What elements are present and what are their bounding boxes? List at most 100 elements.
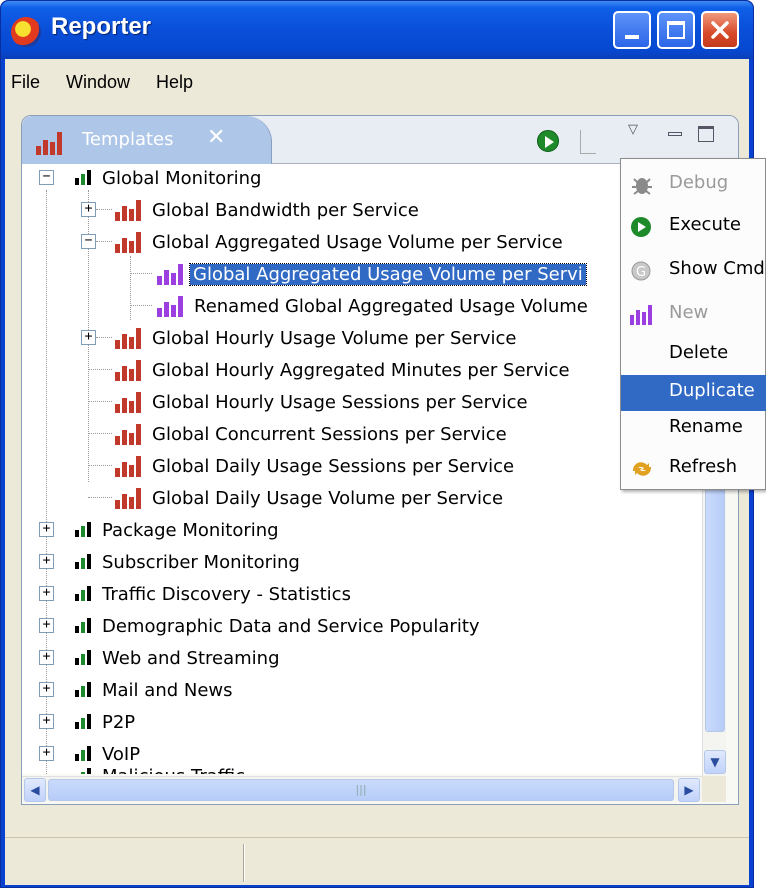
window-title: Reporter	[51, 13, 152, 40]
report-icon	[115, 200, 141, 221]
group-chart-icon	[75, 618, 91, 633]
view-menu-icon[interactable]: ▽	[628, 122, 638, 137]
expand-toggle[interactable]: +	[39, 618, 54, 633]
maximize-button[interactable]	[657, 11, 695, 49]
tree-group[interactable]: Malicious Traffic	[74, 762, 245, 774]
group-chart-icon	[75, 746, 91, 761]
context-menu: Debug Execute G Show Cmd New Delete Dupl…	[620, 158, 766, 490]
menu-item-new[interactable]: New	[621, 297, 766, 333]
tree-line	[96, 337, 112, 338]
tree-line	[96, 241, 112, 242]
report-icon	[115, 424, 141, 445]
collapse-toggle[interactable]: −	[81, 234, 96, 249]
tree-item-selected[interactable]: Global Aggregated Usage Volume per Servi	[156, 260, 587, 288]
menu-item-label: Show Cmd	[669, 258, 765, 279]
report-icon	[115, 232, 141, 253]
tree-item[interactable]: Global Hourly Aggregated Minutes per Ser…	[114, 356, 570, 384]
tree-line	[88, 401, 112, 402]
tree-item[interactable]: Global Concurrent Sessions per Service	[114, 420, 507, 448]
tree-item[interactable]: Global Aggregated Usage Volume per Servi…	[114, 228, 563, 256]
expand-toggle[interactable]: +	[39, 682, 54, 697]
menu-help[interactable]: Help	[156, 72, 193, 93]
menu-item-execute[interactable]: Execute	[621, 209, 766, 245]
view-minimize-icon[interactable]	[668, 132, 682, 136]
horizontal-scroll-thumb[interactable]: |||	[48, 779, 674, 801]
tree-label: Global Concurrent Sessions per Service	[152, 423, 507, 445]
scroll-left-icon[interactable]: ◀	[24, 778, 46, 802]
expand-toggle[interactable]: +	[39, 714, 54, 729]
report-icon	[115, 328, 141, 349]
group-chart-icon	[75, 682, 91, 697]
report-icon	[115, 392, 141, 413]
menu-item-refresh[interactable]: Refresh	[621, 451, 766, 487]
tree-item[interactable]: Global Hourly Usage Volume per Service	[114, 324, 517, 352]
report-icon	[36, 132, 62, 155]
tree-group[interactable]: P2P	[74, 708, 135, 736]
expand-toggle[interactable]: +	[39, 586, 54, 601]
tree-group[interactable]: Demographic Data and Service Popularity	[74, 612, 480, 640]
group-chart-icon	[75, 170, 91, 185]
tree-item[interactable]: Global Daily Usage Sessions per Service	[114, 452, 514, 480]
menu-item-label: Refresh	[669, 456, 737, 477]
group-chart-icon	[75, 650, 91, 665]
tree-item[interactable]: Global Daily Usage Volume per Service	[114, 484, 503, 512]
group-chart-icon	[75, 522, 91, 537]
report-icon	[630, 305, 652, 325]
report-icon	[115, 456, 141, 477]
view-maximize-icon[interactable]	[698, 126, 714, 142]
tree-label: Global Daily Usage Sessions per Service	[152, 455, 515, 477]
menu-item-duplicate[interactable]: Duplicate	[621, 375, 766, 411]
tree-group[interactable]: Traffic Discovery - Statistics	[74, 580, 351, 608]
horizontal-scrollbar[interactable]: ◀ ||| ▶	[22, 776, 702, 802]
tree-item[interactable]: Renamed Global Aggregated Usage Volume	[156, 292, 588, 320]
tree-label: Global Aggregated Usage Volume per Servi…	[152, 231, 563, 253]
status-bar	[5, 837, 749, 885]
expand-toggle[interactable]: +	[81, 330, 96, 345]
tab-templates[interactable]: Templates ✕	[22, 116, 272, 164]
report-icon	[157, 264, 183, 285]
tree-group[interactable]: Web and Streaming	[74, 644, 280, 672]
expand-toggle[interactable]: +	[39, 650, 54, 665]
collapse-toggle[interactable]: −	[39, 170, 54, 185]
templates-tree[interactable]: − Global Monitoring + Global Bandwidth p…	[22, 164, 702, 774]
tree-item[interactable]: Global Bandwidth per Service	[114, 196, 419, 224]
menu-item-delete[interactable]: Delete	[621, 337, 766, 373]
expand-toggle[interactable]: +	[81, 202, 96, 217]
tree-group[interactable]: Mail and News	[74, 676, 233, 704]
report-icon	[115, 488, 141, 509]
menu-bar: File Window Help	[5, 59, 749, 105]
tree-label: Global Monitoring	[102, 167, 262, 189]
menu-item-label: Rename	[669, 416, 743, 437]
tree-label: Global Aggregated Usage Volume per Servi	[189, 262, 587, 286]
tab-close-icon[interactable]: ✕	[207, 125, 225, 150]
minimize-button[interactable]	[613, 11, 651, 49]
scroll-down-icon[interactable]: ▼	[704, 750, 726, 774]
report-icon	[157, 296, 183, 317]
close-button[interactable]	[701, 11, 739, 49]
scroll-right-icon[interactable]: ▶	[678, 778, 700, 802]
tree-line	[130, 256, 131, 320]
title-bar[interactable]: Reporter	[1, 1, 753, 59]
menu-window[interactable]: Window	[66, 72, 130, 93]
tree-item[interactable]: Global Hourly Usage Sessions per Service	[114, 388, 528, 416]
reporter-app-icon	[11, 17, 41, 47]
run-icon[interactable]	[537, 130, 559, 152]
toolbar-separator	[580, 130, 596, 154]
tree-group[interactable]: Package Monitoring	[74, 516, 279, 544]
expand-toggle[interactable]: +	[39, 522, 54, 537]
menu-item-debug[interactable]: Debug	[621, 167, 766, 203]
menu-file[interactable]: File	[11, 72, 40, 93]
maximize-icon	[667, 21, 685, 39]
tab-templates-label: Templates	[82, 129, 174, 150]
group-chart-icon	[75, 554, 91, 569]
debug-icon	[632, 178, 652, 195]
menu-item-show-cmd[interactable]: G Show Cmd	[621, 253, 766, 289]
tree-group-global-monitoring[interactable]: Global Monitoring	[74, 164, 261, 192]
scroll-corner	[702, 776, 726, 802]
expand-toggle[interactable]: +	[39, 554, 54, 569]
menu-item-rename[interactable]: Rename	[621, 411, 766, 447]
menu-item-label: Execute	[669, 214, 741, 235]
expand-toggle[interactable]: +	[39, 746, 54, 761]
tree-label: Global Daily Usage Volume per Service	[152, 487, 504, 509]
tree-group[interactable]: Subscriber Monitoring	[74, 548, 300, 576]
